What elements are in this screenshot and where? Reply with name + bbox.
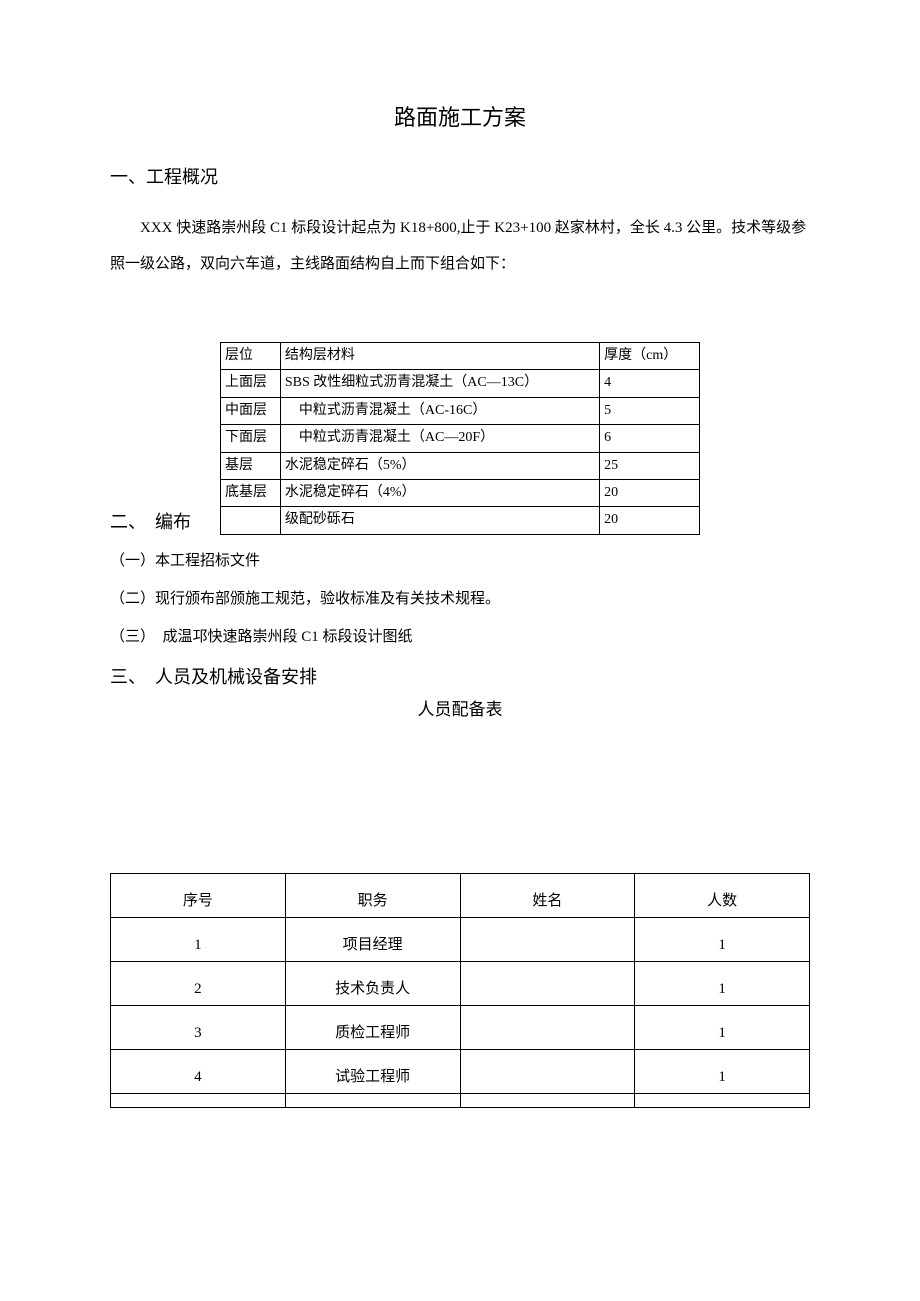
page-title: 路面施工方案 bbox=[110, 100, 810, 135]
table-cell bbox=[460, 961, 635, 1005]
table-cell: 中面层 bbox=[221, 397, 281, 424]
table-cell: 级配砂砾石 bbox=[280, 507, 599, 534]
table-cell: 25 bbox=[600, 452, 700, 479]
personnel-subtitle: 人员配备表 bbox=[110, 696, 810, 723]
table-cell: 下面层 bbox=[221, 425, 281, 452]
structure-table-wrap: 层位结构层材料厚度（cm）上面层SBS 改性细粒式沥青混凝土（AC—13C）4中… bbox=[220, 342, 810, 535]
table-row: 级配砂砾石20 bbox=[221, 507, 700, 534]
spacer bbox=[110, 292, 810, 342]
table-cell: 1 bbox=[635, 1049, 810, 1093]
section-1-paragraph: XXX 快速路崇州段 C1 标段设计起点为 K18+800,止于 K23+100… bbox=[110, 210, 810, 282]
section-2-heading: 二、 编布 bbox=[110, 508, 191, 537]
table-cell: 底基层 bbox=[221, 479, 281, 506]
table-cell bbox=[221, 507, 281, 534]
table-cell: 6 bbox=[600, 425, 700, 452]
table-header-cell: 姓名 bbox=[460, 873, 635, 917]
table-header-cell: 人数 bbox=[635, 873, 810, 917]
table-row: 中面层 中粒式沥青混凝土（AC-16C）5 bbox=[221, 397, 700, 424]
table-cell: 5 bbox=[600, 397, 700, 424]
table-cell: 1 bbox=[635, 961, 810, 1005]
personnel-table: 序号职务姓名人数1项目经理12技术负责人13质检工程师14试验工程师1 bbox=[110, 873, 810, 1108]
table-cell: 20 bbox=[600, 507, 700, 534]
table-cell bbox=[285, 1093, 460, 1107]
spacer bbox=[110, 733, 810, 873]
table-row: 底基层水泥稳定碎石（4%）20 bbox=[221, 479, 700, 506]
table-row bbox=[111, 1093, 810, 1107]
table-cell: 1 bbox=[635, 917, 810, 961]
structure-table: 层位结构层材料厚度（cm）上面层SBS 改性细粒式沥青混凝土（AC—13C）4中… bbox=[220, 342, 700, 535]
list-item: （二）现行颁布部颁施工规范，验收标准及有关技术规程。 bbox=[110, 587, 810, 611]
table-header-cell: 序号 bbox=[111, 873, 286, 917]
table-cell bbox=[635, 1093, 810, 1107]
table-cell: SBS 改性细粒式沥青混凝土（AC—13C） bbox=[280, 370, 599, 397]
table-cell: 水泥稳定碎石（4%） bbox=[280, 479, 599, 506]
table-cell: 3 bbox=[111, 1005, 286, 1049]
table-header-cell: 结构层材料 bbox=[280, 342, 599, 369]
table-cell: 技术负责人 bbox=[285, 961, 460, 1005]
table-cell: 上面层 bbox=[221, 370, 281, 397]
table-row: 下面层 中粒式沥青混凝土（AC—20F）6 bbox=[221, 425, 700, 452]
table-header-cell: 厚度（cm） bbox=[600, 342, 700, 369]
table-cell bbox=[460, 1005, 635, 1049]
table-cell: 质检工程师 bbox=[285, 1005, 460, 1049]
table-cell: 4 bbox=[111, 1049, 286, 1093]
section-3-heading: 三、 人员及机械设备安排 bbox=[110, 663, 810, 692]
table-row: 3质检工程师 1 bbox=[111, 1005, 810, 1049]
table-header-cell: 职务 bbox=[285, 873, 460, 917]
table-cell bbox=[111, 1093, 286, 1107]
table-cell: 水泥稳定碎石（5%） bbox=[280, 452, 599, 479]
table-row: 2技术负责人 1 bbox=[111, 961, 810, 1005]
table-cell: 中粒式沥青混凝土（AC-16C） bbox=[280, 397, 599, 424]
table-cell bbox=[460, 1093, 635, 1107]
table-cell: 4 bbox=[600, 370, 700, 397]
table-row: 1项目经理1 bbox=[111, 917, 810, 961]
table-cell bbox=[460, 917, 635, 961]
table-header-cell: 层位 bbox=[221, 342, 281, 369]
table-row: 基层水泥稳定碎石（5%）25 bbox=[221, 452, 700, 479]
table-cell: 试验工程师 bbox=[285, 1049, 460, 1093]
table-cell: 基层 bbox=[221, 452, 281, 479]
table-cell: 项目经理 bbox=[285, 917, 460, 961]
table-row: 上面层SBS 改性细粒式沥青混凝土（AC—13C）4 bbox=[221, 370, 700, 397]
table-cell: 20 bbox=[600, 479, 700, 506]
table-cell: 1 bbox=[111, 917, 286, 961]
table-cell: 1 bbox=[635, 1005, 810, 1049]
table-cell: 2 bbox=[111, 961, 286, 1005]
table-cell: 中粒式沥青混凝土（AC—20F） bbox=[280, 425, 599, 452]
list-item: （一）本工程招标文件 bbox=[110, 549, 810, 573]
table-cell bbox=[460, 1049, 635, 1093]
list-item: （三） 成温邛快速路崇州段 C1 标段设计图纸 bbox=[110, 625, 810, 649]
section-1-heading: 一、工程概况 bbox=[110, 163, 810, 192]
table-row: 4试验工程师 1 bbox=[111, 1049, 810, 1093]
